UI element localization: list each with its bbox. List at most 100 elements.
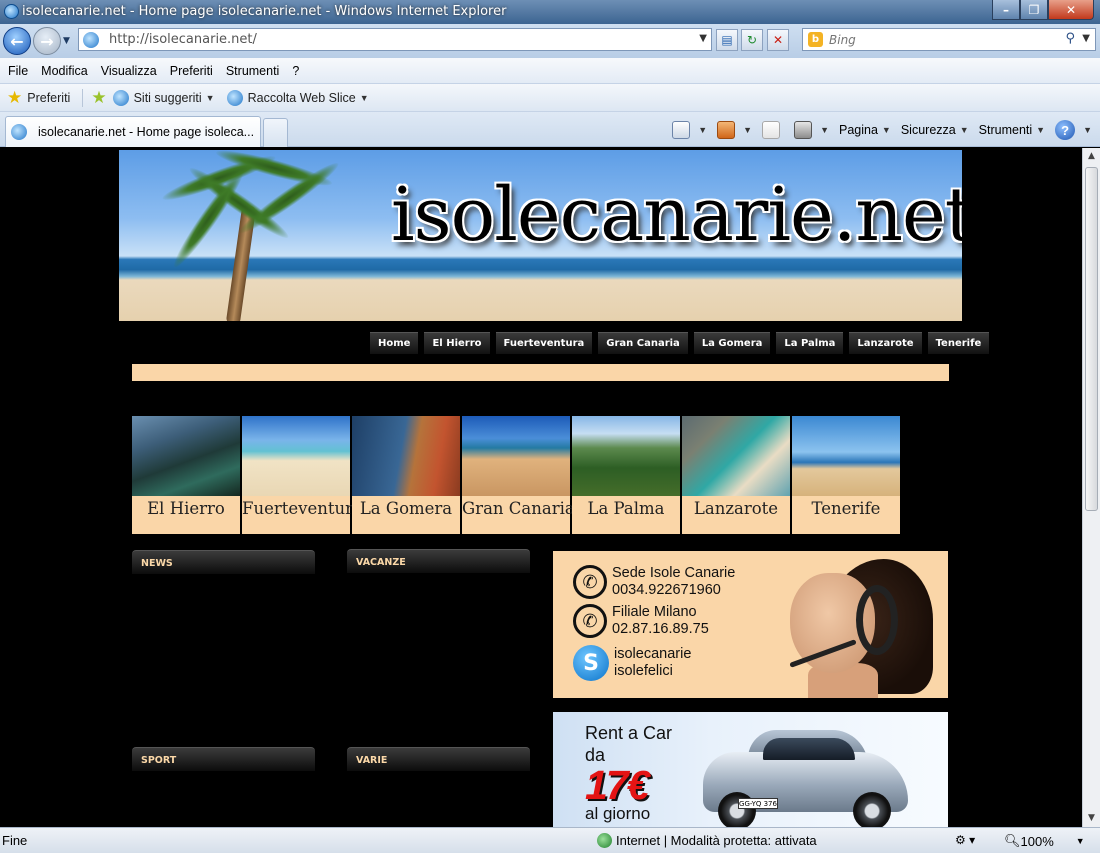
read-mail-button[interactable] (762, 121, 784, 139)
new-tab-button[interactable] (263, 118, 288, 147)
nav-home[interactable]: Home (370, 332, 419, 354)
nav-la-palma[interactable]: La Palma (776, 332, 844, 354)
nav-tenerife[interactable]: Tenerife (927, 332, 990, 354)
office-phone[interactable]: 02.87.16.89.75 (612, 621, 709, 638)
internet-explorer-icon (4, 4, 19, 19)
close-button[interactable]: ✕ (1048, 0, 1094, 20)
zoom-control[interactable]: 🔍︎ 100% ▼ (1004, 833, 1085, 849)
menu-modifica[interactable]: Modifica (41, 64, 88, 78)
print-button[interactable]: ▼ (794, 121, 829, 139)
feeds-button[interactable]: ▼ (717, 121, 752, 139)
section-vacanze-header[interactable]: VACANZE (347, 549, 530, 573)
island-name: Tenerife (811, 499, 881, 518)
car-ad-line3: al giorno (585, 804, 651, 823)
add-to-favorites-bar-button[interactable]: ★ (91, 88, 110, 108)
island-card-la-palma[interactable]: La Palma (572, 416, 680, 534)
scroll-down-icon[interactable]: ▼ (1083, 810, 1100, 827)
site-logo[interactable]: isolecanarie.net (391, 172, 962, 258)
maximize-button[interactable]: ❐ (1020, 0, 1048, 20)
island-card-el-hierro[interactable]: El Hierro (132, 416, 240, 534)
protected-mode-icon[interactable]: ⚙ ▾ (955, 833, 975, 847)
suggested-sites-label: Siti suggeriti (133, 90, 202, 105)
web-slice-gallery-button[interactable]: Raccolta Web Slice ▼ (226, 89, 369, 106)
add-favorite-icon: ★ (91, 87, 107, 107)
tools-menu-button[interactable]: Strumenti ▼ (979, 123, 1045, 137)
nav-lanzarote[interactable]: Lanzarote (849, 332, 922, 354)
scroll-up-icon[interactable]: ▲ (1083, 148, 1100, 165)
search-options-dropdown-icon[interactable]: ▼ (1082, 33, 1090, 44)
island-name: Gran Canaria (462, 499, 575, 518)
address-dropdown-icon[interactable]: ▼ (699, 33, 707, 44)
island-name: La Gomera (359, 499, 453, 518)
island-card-lanzarote[interactable]: Lanzarote (682, 416, 790, 534)
menu-file[interactable]: File (8, 64, 28, 78)
window-controls: – ❐ ✕ (992, 0, 1094, 20)
island-name: El Hierro (147, 499, 225, 518)
suggested-sites-button[interactable]: Siti suggeriti ▼ (112, 89, 215, 106)
status-bar: Fine Internet | Modalità protetta: attiv… (0, 827, 1100, 853)
home-icon (672, 121, 691, 139)
nav-la-gomera[interactable]: La Gomera (693, 332, 771, 354)
security-zone-label: Internet | Modalità protetta: attivata (616, 833, 817, 848)
chevron-down-icon: ▼ (205, 92, 215, 103)
menu-preferiti[interactable]: Preferiti (170, 64, 213, 78)
page-icon (83, 32, 99, 48)
office-name: Filiale Milano (612, 604, 697, 620)
refresh-button[interactable]: ↻ (741, 29, 763, 51)
search-input[interactable] (829, 31, 1049, 48)
internet-explorer-icon (112, 89, 129, 106)
skype-account[interactable]: isolecanarie (614, 646, 691, 663)
page-menu-button[interactable]: Pagina ▼ (839, 123, 891, 137)
skype-icon: S (573, 645, 609, 681)
island-photo (792, 416, 900, 496)
security-zone[interactable]: Internet | Modalità protetta: attivata (597, 833, 817, 848)
zoom-icon: 🔍︎ (1004, 833, 1021, 848)
tab-isolecanarie[interactable]: isolecanarie.net - Home page isoleca... (5, 116, 261, 147)
nav-gran-canaria[interactable]: Gran Canaria (598, 332, 688, 354)
rent-a-car-banner[interactable]: Rent a Car da 17€ al giorno GG-YQ 376 (553, 712, 948, 827)
office-name: Sede Isole Canarie (612, 565, 736, 581)
security-menu-button[interactable]: Sicurezza ▼ (901, 123, 969, 137)
site-banner[interactable]: isolecanarie.net (119, 150, 962, 321)
island-card-la-gomera[interactable]: La Gomera (352, 416, 460, 534)
globe-icon (597, 833, 612, 848)
back-button[interactable]: ← (3, 27, 31, 55)
address-bar[interactable]: http://isolecanarie.net/ ▼ (78, 28, 712, 51)
phone-icon: ✆ (573, 565, 607, 599)
island-card-tenerife[interactable]: Tenerife (792, 416, 900, 534)
bing-icon: b (808, 32, 823, 47)
nav-el-hierro[interactable]: El Hierro (424, 332, 490, 354)
vertical-scrollbar[interactable]: ▲ ▼ (1082, 148, 1100, 827)
compatibility-view-button[interactable]: ▤ (716, 29, 738, 51)
skype-account[interactable]: isolefelici (614, 663, 691, 680)
help-button[interactable]: ? ▼ (1055, 120, 1092, 140)
search-box[interactable]: b ⚲ ▼ (802, 28, 1096, 51)
office-phone[interactable]: 0034.922671960 (612, 582, 735, 599)
tab-bar: isolecanarie.net - Home page isoleca... … (0, 112, 1100, 147)
menu-help[interactable]: ? (292, 64, 299, 78)
address-url[interactable]: http://isolecanarie.net/ (109, 32, 257, 47)
nav-fuerteventura[interactable]: Fuerteventura (495, 332, 593, 354)
island-card-gran-canaria[interactable]: Gran Canaria (462, 416, 575, 534)
home-button[interactable]: ▼ (672, 121, 707, 139)
contact-skype: S isolecanarie isolefelici (573, 645, 691, 681)
favorites-button[interactable]: ★ Preferiti (7, 88, 70, 108)
island-photo (462, 416, 570, 496)
page-menu-label: Pagina (838, 123, 878, 137)
section-title: VARIE (356, 755, 388, 766)
section-varie-header[interactable]: VARIE (347, 747, 530, 771)
internet-explorer-icon (226, 89, 243, 106)
section-sport-header[interactable]: SPORT (132, 747, 315, 771)
minimize-button[interactable]: – (992, 0, 1020, 20)
forward-button[interactable]: → (33, 27, 61, 55)
search-icon[interactable]: ⚲ (1065, 31, 1075, 46)
recent-pages-dropdown-icon[interactable]: ▼ (63, 36, 70, 46)
stop-button[interactable]: ✕ (767, 29, 789, 51)
section-news-header[interactable]: NEWS (132, 550, 315, 574)
menu-strumenti[interactable]: Strumenti (226, 64, 280, 78)
command-bar: ▼ ▼ ▼ Pagina ▼ Sicurezza ▼ Strumenti ▼ ? ▼ (662, 118, 1092, 142)
menu-visualizza[interactable]: Visualizza (101, 64, 157, 78)
island-card-fuerteventura[interactable]: Fuerteventura (242, 416, 363, 534)
scrollbar-thumb[interactable] (1085, 167, 1098, 511)
contact-box: ✆ Sede Isole Canarie 0034.922671960 ✆ Fi… (553, 551, 948, 698)
